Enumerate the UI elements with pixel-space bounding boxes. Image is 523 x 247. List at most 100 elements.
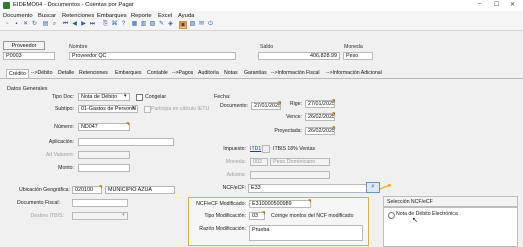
- subtipo-select[interactable]: 01-Gastos de Personal: [78, 105, 138, 113]
- proyectada-date-field[interactable]: 26/02/2025: [305, 127, 335, 135]
- subtipo-label: Subtipo:: [54, 106, 74, 112]
- menu-embarques[interactable]: Embarques: [97, 13, 127, 19]
- proveedor-code-field[interactable]: P0003: [3, 52, 55, 60]
- rige-date-field[interactable]: 27/01/2025: [305, 100, 335, 108]
- tipo-doc-select[interactable]: Nota de Débito: [78, 93, 130, 101]
- tab-notas[interactable]: Notas: [224, 70, 238, 76]
- nombre-field[interactable]: Proveedor QC: [69, 52, 236, 60]
- last-record-icon[interactable]: ⏭: [89, 21, 96, 28]
- tab-detalle[interactable]: Detalle: [58, 70, 74, 76]
- search-icon: ⌕: [371, 183, 375, 190]
- menu-retenciones[interactable]: Retenciones: [62, 13, 94, 19]
- email-icon[interactable]: ✉: [198, 21, 205, 28]
- grid-icon[interactable]: ▥: [140, 21, 147, 28]
- tab-contable[interactable]: Contable: [147, 70, 168, 76]
- first-record-icon[interactable]: ⏮: [62, 21, 69, 28]
- menu-ayuda[interactable]: Ayuda: [178, 13, 194, 19]
- attach-icon[interactable]: ⌘: [111, 21, 118, 28]
- ad-valorem-field: [78, 151, 130, 159]
- tab-auditoria[interactable]: Auditoría: [198, 70, 219, 76]
- ncf-modificado-label: NCF/eCF Modificado:: [196, 201, 246, 207]
- congelar-label: Congelar: [145, 94, 167, 100]
- delete-icon[interactable]: ✕: [22, 21, 29, 28]
- menu-documento[interactable]: Documento: [3, 13, 33, 19]
- copy-icon[interactable]: ⎘: [102, 21, 109, 28]
- refresh-icon[interactable]: ↻: [31, 21, 38, 28]
- required-marker-icon: ◥: [262, 210, 266, 215]
- menu-reporte[interactable]: Reporte: [131, 13, 152, 19]
- exit-icon[interactable]: ⏻: [207, 21, 214, 28]
- datos-generales-title: Datos Generales: [7, 86, 48, 92]
- documento-fiscal-label: Documento Fiscal:: [17, 200, 60, 206]
- previous-record-icon[interactable]: ◀: [71, 21, 78, 28]
- vence-date-field[interactable]: 26/02/2025: [305, 113, 335, 121]
- impuesto-code-link[interactable]: ITD1: [250, 146, 261, 152]
- tab-pagos[interactable]: -->Pagos: [172, 70, 193, 76]
- print-icon[interactable]: ▤: [42, 21, 49, 28]
- tipo-doc-label: Tipo Doc:: [51, 94, 74, 100]
- moneda-desc-field: Peso Dominicano: [270, 158, 330, 166]
- chevron-down-icon: ▾: [122, 212, 125, 218]
- minimize-button[interactable]: –: [478, 1, 481, 7]
- save-icon[interactable]: ▪: [13, 21, 20, 28]
- tab-retenciones[interactable]: Retenciones: [79, 70, 108, 76]
- chevron-down-icon[interactable]: ▾: [132, 105, 135, 111]
- tab-garantias[interactable]: Garantías: [244, 70, 267, 76]
- rige-label: Rige:: [289, 101, 302, 107]
- nota-debito-radio[interactable]: [388, 212, 395, 219]
- app-icon: [3, 2, 10, 9]
- required-marker-icon: ◥: [332, 125, 336, 130]
- calculator-icon[interactable]: ▦: [131, 21, 138, 28]
- numero-label: Número:: [54, 124, 74, 130]
- next-record-icon[interactable]: ▶: [80, 21, 87, 28]
- fiscal-info-icon[interactable]: ▣: [179, 21, 187, 29]
- impuesto-description: ITBIS 18% Ventas: [273, 146, 316, 152]
- maximize-button[interactable]: ☐: [494, 1, 499, 8]
- congelar-checkbox[interactable]: [136, 94, 143, 101]
- ncf-selection-popup: Nota de Débito Electrónica ↖: [383, 207, 518, 247]
- chevron-down-icon[interactable]: ▾: [124, 93, 127, 99]
- window-title: EIDEMO04 - Documentos - Cuentas por Paga…: [13, 2, 134, 8]
- documento-fiscal-field[interactable]: [72, 199, 128, 207]
- tab-informacion-adicional[interactable]: -->Información Adicional: [326, 70, 382, 76]
- vence-label: Vence:: [286, 114, 302, 120]
- search-icon[interactable]: ⌕: [51, 21, 58, 28]
- tab-embarques[interactable]: Embarques: [115, 70, 142, 76]
- proyectada-label: Proyectada:: [274, 128, 302, 134]
- export-icon[interactable]: ▧: [189, 21, 196, 28]
- ncf-selection-popup-title: Selección NCF/eCF: [387, 199, 433, 205]
- monto-field[interactable]: [78, 164, 130, 172]
- ncf-modificado-field[interactable]: E310000500989: [249, 200, 311, 208]
- fecha-section-title: Fecha:: [214, 94, 231, 100]
- ncf-lookup-button[interactable]: ⌕: [366, 182, 380, 193]
- required-marker-icon: ◥: [308, 198, 312, 203]
- razon-modificacion-field[interactable]: Prueba: [249, 225, 363, 241]
- menu-buscar[interactable]: Buscar: [38, 13, 56, 19]
- aplicacion-field[interactable]: [78, 138, 174, 146]
- required-marker-icon: ◥: [99, 184, 103, 189]
- impuesto-lookup-button[interactable]: [262, 145, 270, 153]
- tab-debito[interactable]: -->Débito: [31, 70, 52, 76]
- menu-excel[interactable]: Excel: [158, 13, 172, 19]
- help-icon[interactable]: ?: [120, 21, 127, 28]
- ncf-label: NCF/eCF:: [222, 185, 246, 191]
- menu-bar: Documento Buscar Retenciones Embarques R…: [0, 11, 523, 20]
- close-button[interactable]: ✕: [510, 1, 515, 8]
- tab-informacion-fiscal[interactable]: -->Información Fiscal: [271, 70, 320, 76]
- ad-valorem-label: Ad Valorem:: [45, 152, 74, 158]
- ubicacion-label: Ubicación Geográfica:: [18, 187, 70, 193]
- note-icon[interactable]: ✎: [158, 21, 165, 28]
- tab-credito[interactable]: Crédito: [6, 69, 29, 78]
- ncf-field[interactable]: E33: [248, 184, 373, 193]
- new-icon[interactable]: ▫: [4, 21, 11, 28]
- nota-debito-option-label[interactable]: Nota de Débito Electrónica: [396, 211, 458, 217]
- stamp-icon[interactable]: ◈: [167, 21, 174, 28]
- numero-field[interactable]: ND047: [78, 123, 130, 131]
- documento-date-field[interactable]: 27/01/2025: [251, 102, 281, 110]
- ubicacion-code-field[interactable]: 020100: [72, 186, 102, 194]
- required-marker-icon: ◥: [332, 111, 336, 116]
- monto-label: Monto:: [58, 165, 74, 171]
- proveedor-button[interactable]: Proveedor: [3, 41, 45, 50]
- required-marker-icon: ◥: [332, 98, 336, 103]
- chart-icon[interactable]: ▨: [149, 21, 156, 28]
